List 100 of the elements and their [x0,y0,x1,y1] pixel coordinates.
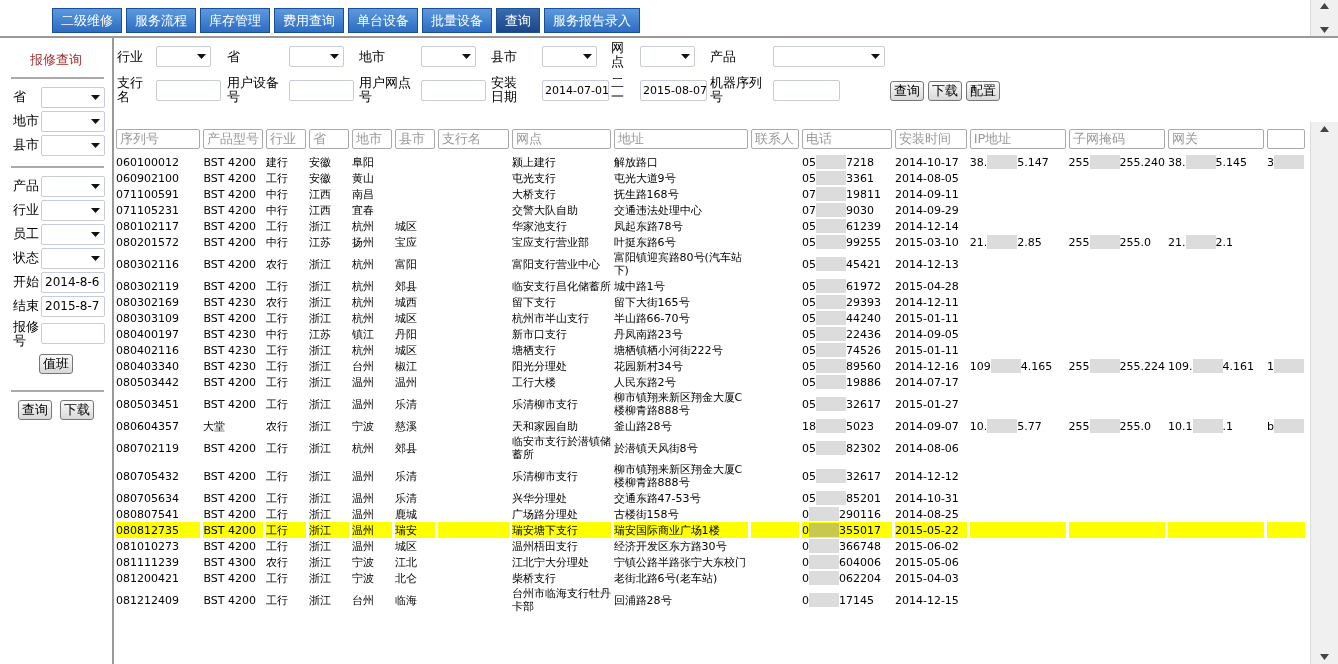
caret-icon [91,118,100,124]
scrollbar[interactable] [1310,0,1338,36]
nav-tab[interactable]: 查询 [496,8,540,33]
table-row[interactable]: 080604357 大堂 农行 浙江 宁波 慈溪 天和家园自助 釜山路28号 18 5023 2014-09-07 10. 5.77 255 255.0 10.1 .1 b [116,418,1305,434]
caret-icon [91,255,100,261]
table-row[interactable]: 081200421 BST 4200 工行 浙江 宁波 北仑 柴桥支行 老街北路6号(老车站) 0 062204 2015-04-03 [116,570,1305,586]
table-cell-text: 080400197 [116,326,180,342]
table-row[interactable]: 080302116 BST 4200 农行 浙江 杭州 富阳 富阳支行营业中心 富阳镇迎宾路80号(汽车站下) 05 45421 2014-12-13 [116,250,1305,278]
input-field[interactable]: 2014-8-6 [41,271,105,293]
nav-tab[interactable]: 库存管理 [200,8,270,33]
input-field[interactable] [421,80,486,102]
redaction-mark [816,311,847,325]
table-row[interactable]: 071105231 BST 4200 中行 江西 宜春 交警大队自助 交通违法处理中心 07 9030 2014-09-29 [116,202,1305,218]
table-cell-text: 080403340 [116,358,180,374]
table-cell-text: 安徽 [309,154,333,170]
cell-text: 85201 [846,491,882,505]
table-row[interactable]: 080807541 BST 4200 工行 浙江 温州 鹿城 广场路分理处 古楼街158号 0 290116 2014-08-25 [116,506,1305,522]
dropdown[interactable] [41,110,105,132]
input-field[interactable]: 2015-08-07 [640,80,707,102]
dropdown[interactable] [41,247,105,269]
table-cell-text: 南昌 [352,186,376,202]
table-row[interactable]: 080302119 BST 4200 工行 浙江 杭州 郊县 临安支行昌化储蓄所 城中路1号 05 61972 2015-04-28 [116,278,1305,294]
dropdown[interactable] [41,86,105,108]
nav-tab[interactable]: 服务流程 [126,8,196,33]
input-field[interactable]: 2015-8-7 [41,295,105,317]
table-row[interactable]: 080302169 BST 4230 农行 浙江 杭州 城西 留下支行 留下大街165号 05 29393 2014-12-11 [116,294,1305,310]
table-row[interactable]: 080705432 BST 4200 工行 浙江 温州 乐清 乐清柳市支行 柳市镇翔来新区翔金大厦C楼柳青路888号 05 32617 2014-12-12 [116,462,1305,490]
table-row[interactable]: 060902100 BST 4200 工行 安徽 黄山 屯光支行 屯光大道9号 05 3361 2014-08-05 [116,170,1305,186]
scroll-up-icon[interactable] [1320,126,1329,132]
table-row[interactable]: 081010273 BST 4200 工行 浙江 温州 城区 温州梧田支行 经济开发区东方路30号 0 366748 2015-06-02 [116,538,1305,554]
input-field[interactable] [773,80,840,102]
table-row[interactable]: 080303109 BST 4200 工行 浙江 杭州 城区 杭州市半山支行 半山路66-70号 05 44240 2015-01-11 [116,310,1305,326]
table-cell-text: 凤起东路78号 [613,218,684,234]
table-cell-text: 宝应 [395,234,418,250]
table-cell-text: 工行 [266,592,290,609]
table-row[interactable]: 080503442 BST 4200 工行 浙江 温州 温州 工行大楼 人民东路2号 05 19886 2014-07-17 [116,374,1305,390]
dropdown[interactable] [41,134,105,156]
scroll-down-icon[interactable] [1320,27,1329,33]
redaction-mark [816,419,847,433]
table-row[interactable]: 080201572 BST 4200 中行 江苏 扬州 宝应 宝应支行营业部 叶挺东路6号 05 99255 2015-03-10 21. 2.85 255 255.0 21. 2.1 [116,234,1305,250]
table-row[interactable]: 080503451 BST 4200 工行 浙江 温州 乐清 乐清柳市支行 柳市镇翔来新区翔金大厦C楼柳青路888号 05 32617 2015-01-27 [116,390,1305,418]
table-cell-text: 081212409 [116,592,180,609]
table-row[interactable]: 080403340 BST 4230 工行 浙江 台州 椒江 阳光分理处 花园新村34号 05 89560 2014-12-16 109 4.165 255 255.224 109. 4.161 1 [116,358,1305,374]
table-cell-text: 2015-01-27 [894,396,960,413]
dropdown[interactable] [41,175,105,197]
cell-text: 9030 [846,203,875,217]
action-button[interactable]: 查询 [890,80,924,101]
table-cell-text: 工行 [266,538,290,554]
action-button[interactable]: 查询 [18,399,52,420]
action-button[interactable]: 配置 [966,80,1000,101]
duty-button[interactable]: 值班 [39,353,73,374]
scrollbar[interactable] [1310,122,1338,664]
table-cell-text: 温州 [352,538,376,554]
dropdown[interactable] [640,45,695,67]
table-cell-text: 丹阳 [395,326,418,342]
table-row[interactable]: 080400197 BST 4230 中行 江苏 镇江 丹阳 新市口支行 丹凤南路23号 05 22436 2014-09-05 [116,326,1305,342]
input-field[interactable] [41,323,105,344]
redaction-mark [1089,155,1120,169]
table-cell-text: 2015-03-10 [894,234,960,250]
dropdown[interactable] [421,45,476,67]
dropdown[interactable] [289,45,344,67]
table-cell-text: BST 4200 [203,278,257,294]
table-cell-text: 工行 [266,570,290,586]
table-row[interactable]: 081111239 BST 4300 农行 浙江 宁波 江北 江北宁大分理处 宁镇公路半路张宁大东校门 0 604006 2015-05-06 [116,554,1305,570]
nav-tab[interactable]: 服务报告录入 [544,8,640,33]
cell-text: 07 [802,187,817,201]
dropdown[interactable] [773,45,885,67]
input-field[interactable] [156,80,221,102]
table-row[interactable]: 060100012 BST 4200 建行 安徽 阜阳 颍上建行 解放路口 05 7218 2014-10-17 38. 5.147 255 255.240 38. 5.145 3 [116,154,1305,170]
scroll-down-icon[interactable] [1320,654,1329,660]
table-cell-text: 080807541 [116,506,180,522]
table-row[interactable]: 071100591 BST 4200 中行 江西 南昌 大桥支行 抚生路168号 07 19811 2014-09-11 [116,186,1305,202]
table-cell-text: 2014-12-15 [894,592,960,609]
table-cell-text: 叶挺东路6号 [613,234,677,250]
dropdown[interactable] [156,45,211,67]
table-row[interactable]: 080705634 BST 4200 工行 浙江 温州 乐清 兴华分理处 交通东路47-53号 05 85201 2014-10-31 [116,490,1305,506]
table-row[interactable]: 080102117 BST 4200 工行 浙江 杭州 城区 华家池支行 凤起东路78号 05 61239 2014-12-14 [116,218,1305,234]
action-button[interactable]: 下载 [928,80,962,101]
table-row[interactable]: 080402116 BST 4230 工行 浙江 杭州 城区 塘栖支行 塘栖镇栖小河街222号 05 74526 2015-01-11 [116,342,1305,358]
column-filter-field[interactable] [1266,129,1305,149]
dropdown[interactable] [41,199,105,221]
action-button[interactable]: 下载 [60,399,94,420]
input-field[interactable] [289,80,354,102]
table-cell-text: 2014-12-13 [894,256,960,273]
scroll-up-icon[interactable] [1320,3,1329,9]
dropdown[interactable] [41,223,105,245]
input-field[interactable]: 2014-07-01 [542,80,609,102]
nav-tab[interactable]: 二级维修 [52,8,122,33]
redaction-mark [1089,235,1120,249]
nav-tab[interactable]: 批量设备 [422,8,492,33]
table-cell-text: 中行 [266,202,290,218]
table-cell-text: 080302116 [116,256,180,273]
table-row[interactable]: 080812735 BST 4200 工行 浙江 温州 瑞安 瑞安塘下支行 瑞安国际商业广场1楼 0 355017 2015-05-22 [116,522,1305,538]
dropdown[interactable] [542,45,597,67]
cell-text: 4.165 [1020,359,1053,373]
nav-tab[interactable]: 费用查询 [274,8,344,33]
table-cell-text: 温州 [352,468,376,485]
field-label: 产品 [710,49,736,64]
cell-text: 05 [802,155,817,169]
nav-tab[interactable]: 单台设备 [348,8,418,33]
